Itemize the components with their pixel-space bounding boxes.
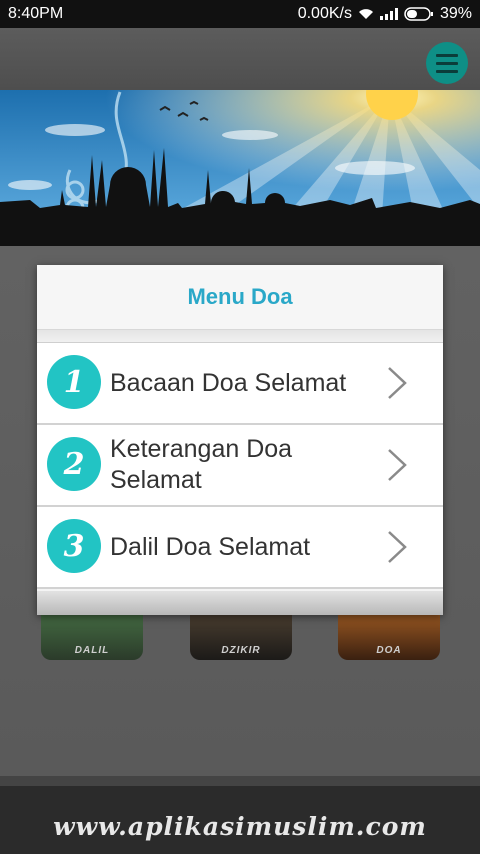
app-bar [0, 28, 480, 90]
menu-item-label: Dalil Doa Selamat [110, 532, 311, 561]
menu-dialog: Menu Doa 1 Bacaan Doa Selamat 2 Keterang… [37, 265, 443, 615]
tile-label: DZIKIR [221, 645, 261, 656]
footer-banner: www.aplikasimuslim.com [0, 776, 480, 854]
number-badge: 1 [47, 355, 101, 409]
tile-label: DALIL [74, 645, 110, 656]
net-speed: 0.00K/s [297, 5, 352, 22]
chevron-right-icon [388, 449, 407, 481]
chevron-right-icon [388, 367, 407, 399]
dialog-footer [37, 591, 443, 615]
footer-url: www.aplikasimuslim.com [53, 812, 427, 841]
signal-icon [379, 8, 398, 20]
menu-item-dalil-doa[interactable]: 3 Dalil Doa Selamat [37, 507, 443, 589]
tile-label: DOA [376, 645, 402, 656]
status-time: 8:40PM [8, 5, 64, 22]
hamburger-menu-icon[interactable] [426, 42, 468, 84]
header-banner-image [0, 90, 480, 246]
status-bar: 8:40PM 0.00K/s 39% [0, 0, 480, 28]
number-badge: 3 [47, 519, 101, 573]
number-badge: 2 [47, 437, 101, 491]
chevron-right-icon [388, 531, 407, 563]
menu-item-bacaan-doa[interactable]: 1 Bacaan Doa Selamat [37, 343, 443, 425]
menu-item-label: Keterangan Doa Selamat [110, 435, 293, 494]
wifi-icon [358, 8, 374, 20]
status-right: 0.00K/s 39% [298, 5, 472, 23]
dialog-divider [37, 329, 443, 343]
dialog-title: Menu Doa [37, 265, 443, 329]
menu-item-label: Bacaan Doa Selamat [110, 368, 347, 397]
menu-item-keterangan-doa[interactable]: 2 Keterangan Doa Selamat [37, 425, 443, 507]
battery-icon [404, 7, 434, 21]
battery-percent: 39% [439, 5, 472, 22]
